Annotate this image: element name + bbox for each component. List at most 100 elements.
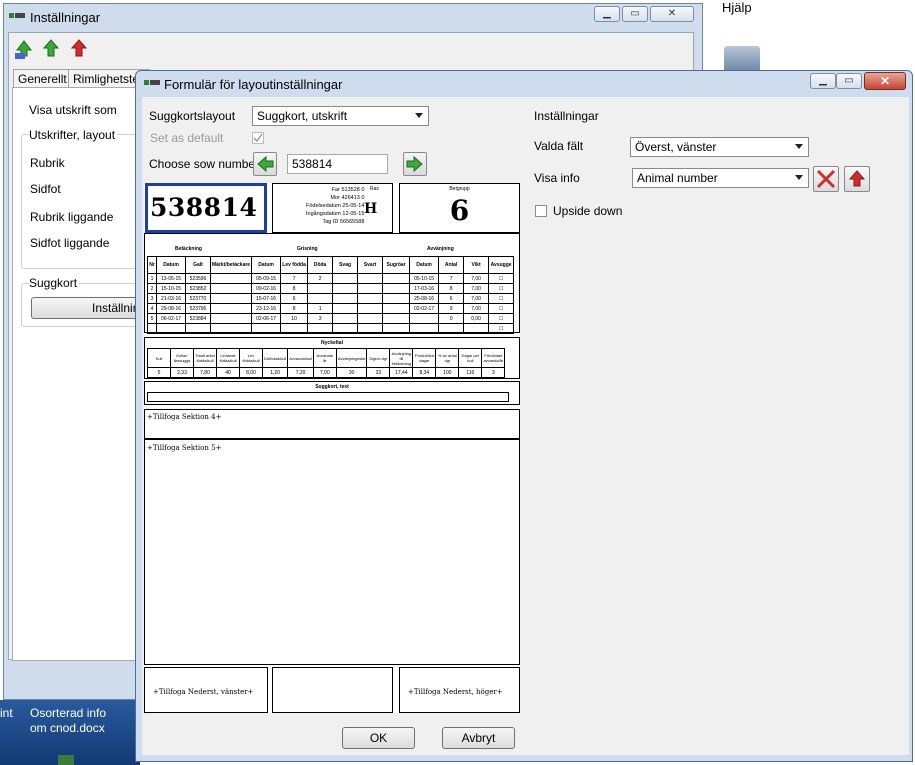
table-cell xyxy=(357,323,384,334)
preview-footer-left[interactable]: +Tillfoga Nederst, vänster+ xyxy=(144,667,268,713)
upside-down-checkbox[interactable] xyxy=(535,205,547,217)
undo-arrow-icon[interactable] xyxy=(68,38,90,60)
tab-generellt[interactable]: Generellt xyxy=(13,69,72,88)
preview-suggkort-text-field xyxy=(147,392,509,402)
table-cell xyxy=(382,313,411,324)
nyckeltal-header-cell: Levande födda/kull xyxy=(216,348,240,368)
cancel-button[interactable]: Avbryt xyxy=(442,727,515,749)
preview-nyckeltal-section[interactable]: Nyckeltal Kull Kullar/årssugga Totalt anta… xyxy=(144,337,520,379)
preview-nyckeltal-table: Kull Kullar/årssugga Totalt antal födda/ku… xyxy=(147,348,506,378)
reload-arrow-icon[interactable] xyxy=(40,38,62,60)
table-cell: 0 xyxy=(438,313,465,324)
desktop-file-label-line2[interactable]: om cnod.docx xyxy=(30,721,105,735)
table-row: 1 13-05-15 523596 05-09-15 7 2 05-10-15 7 7,00 ☐ xyxy=(147,273,515,284)
history-header-cell: Datum xyxy=(156,256,186,274)
history-header-cell: Sugröar xyxy=(382,256,411,274)
table-cell: 7 xyxy=(280,273,309,284)
suggkortslayout-label: Suggkortslayout xyxy=(149,109,236,123)
nyckeltal-value-cell: 7,80 xyxy=(193,367,217,378)
visa-utskrift-label: Visa utskrift som xyxy=(29,103,117,117)
minimize-button[interactable]: ▁ xyxy=(594,6,620,22)
table-cell xyxy=(209,293,253,304)
close-button[interactable]: ✕ xyxy=(650,6,694,22)
table-cell: 9 xyxy=(438,303,465,314)
preview-footer-left-label: +Tillfoga Nederst, vänster+ xyxy=(153,688,254,696)
maximize-button[interactable]: ▭ xyxy=(622,6,648,22)
history-header-cell: Datum xyxy=(251,256,282,274)
preview-history-section[interactable]: Betäckning Grisning Avvänjning Nr Datum Ga… xyxy=(144,233,520,334)
table-cell xyxy=(332,293,359,304)
remove-field-button[interactable] xyxy=(813,166,839,192)
visa-info-value: Animal number xyxy=(637,171,718,185)
menu-help[interactable]: Hjälp xyxy=(722,0,752,15)
nyckeltal-header-cell: Lev födda/kull xyxy=(239,348,263,368)
table-cell xyxy=(332,323,359,334)
previous-sow-button[interactable] xyxy=(253,152,277,176)
dialog-minimize-button[interactable]: ▁ xyxy=(810,73,836,89)
installningar-button[interactable]: Inställning xyxy=(31,297,141,319)
preview-section-5[interactable]: +Tillfoga Sektion 5+ xyxy=(144,439,520,665)
table-cell xyxy=(209,323,253,334)
history-header-cell: Datum xyxy=(409,256,440,274)
visa-info-select[interactable]: Animal number xyxy=(632,168,809,188)
ok-button[interactable]: OK xyxy=(342,727,415,749)
table-cell xyxy=(156,323,186,334)
save-arrow-icon[interactable] xyxy=(13,38,35,60)
table-cell: 21-03-16 xyxy=(156,293,186,304)
preview-history-table: Nr Datum Galt Märkt/betäckare Datum Lev födda… xyxy=(147,256,515,334)
table-cell: 8 xyxy=(280,303,309,314)
preview-ras-label: Ras xyxy=(370,186,379,192)
dialog-close-button[interactable]: ✕ xyxy=(864,72,906,90)
nyckeltal-header-cell: Avvanda/kull xyxy=(287,348,314,368)
set-default-checkbox[interactable] xyxy=(252,132,264,144)
preview-group-box[interactable]: Betgrupp 6 xyxy=(399,183,520,233)
next-sow-button[interactable] xyxy=(403,152,427,176)
table-cell: 23-12-16 xyxy=(251,303,282,314)
table-cell: ☐ xyxy=(488,303,515,314)
table-cell: 7,00 xyxy=(463,283,490,294)
table-cell xyxy=(185,323,211,334)
preview-info-box[interactable]: Far 513528 0 Mor 426413 0 Födelsedatum 2… xyxy=(272,183,393,233)
table-cell: 02-02-17 xyxy=(409,303,440,314)
desktop-icon-label-partial[interactable]: int xyxy=(0,706,13,720)
table-cell xyxy=(357,293,384,304)
table-cell: 29-08-16 xyxy=(156,303,186,314)
nyckeltal-header-cell: Avvänjningsvikt xyxy=(335,348,368,368)
desktop-file-label[interactable]: Osorterad info xyxy=(30,706,106,720)
table-cell: 6 xyxy=(280,293,309,304)
preview-sow-number-box[interactable]: 538814 xyxy=(145,183,267,233)
table-cell xyxy=(357,273,384,284)
table-cell: 17-03-16 xyxy=(409,283,440,294)
suggkortslayout-select[interactable]: Suggkort, utskrift xyxy=(252,106,429,126)
table-cell xyxy=(209,273,253,284)
table-cell: ☐ xyxy=(488,293,515,304)
set-default-label: Set as default xyxy=(150,131,224,145)
desktop-file-icon[interactable] xyxy=(58,755,74,765)
chevron-down-icon xyxy=(795,144,803,149)
preview-sow-number: 538814 xyxy=(150,193,258,222)
layout-group-title: Utskrifter, layout xyxy=(29,128,118,142)
valda-falt-select[interactable]: Överst, vänster xyxy=(630,137,809,157)
undo-field-button[interactable] xyxy=(844,166,870,192)
preview-suggkort-text-section[interactable]: Suggkort, text xyxy=(144,381,520,405)
nyckeltal-header-cell: Förväntad avvanda/år xyxy=(481,348,506,368)
table-cell: 13-05-15 xyxy=(156,273,186,284)
history-header-cell: Antal xyxy=(438,256,465,274)
chevron-down-icon xyxy=(795,175,803,180)
table-cell xyxy=(251,323,282,334)
dialog-title: Formulär för layoutinställningar xyxy=(164,77,343,92)
nyckeltal-header-cell: Digivn.dgr xyxy=(366,348,391,368)
table-row: 3 21-03-16 523770 15-07-16 6 25-08-16 6 7,00 ☐ xyxy=(147,293,515,304)
visa-info-label: Visa info xyxy=(534,171,580,185)
table-cell xyxy=(382,293,411,304)
upside-down-label: Upside down xyxy=(553,204,623,218)
preview-footer-center[interactable] xyxy=(272,667,393,713)
preview-header-avvanjning: Avvänjning xyxy=(427,246,454,252)
preview-section-4[interactable]: +Tillfoga Sektion 4+ xyxy=(144,409,520,439)
sow-number-input[interactable]: 538814 xyxy=(287,154,388,174)
table-cell xyxy=(280,323,309,334)
nyckeltal-header-cell: Dagar per kull xyxy=(458,348,483,368)
preview-footer-right[interactable]: +Tillfoga Nederst, höger+ xyxy=(399,667,520,713)
history-header-row: Nr Datum Galt Märkt/betäckare Datum Lev födda… xyxy=(147,256,515,274)
dialog-maximize-button[interactable]: ▭ xyxy=(836,73,862,89)
